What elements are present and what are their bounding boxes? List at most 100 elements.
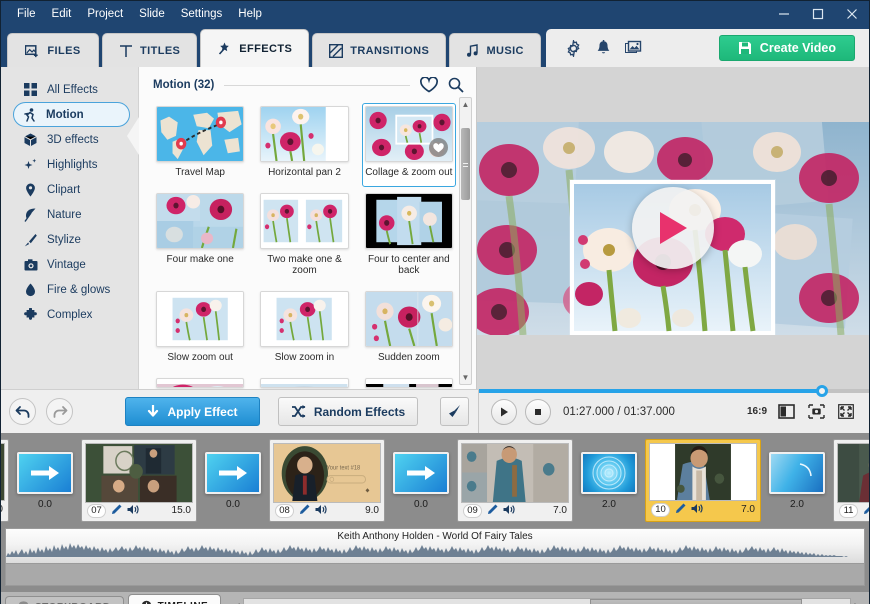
bell-icon[interactable] (594, 39, 612, 57)
sidebar-item-3d-effects[interactable]: 3D effects (15, 127, 128, 152)
timeline-track[interactable]: 0.0 0.0 (1, 433, 869, 528)
hscrollbar-thumb[interactable] (589, 599, 802, 604)
edit-pencil-icon[interactable] (111, 504, 122, 518)
timeline-clip-09[interactable]: 09 7.0 (457, 439, 573, 522)
fourblack-thumb-art (365, 194, 452, 248)
ripple-icon (592, 455, 626, 490)
maximize-icon[interactable] (801, 1, 835, 27)
effect-card-slow-zoom-in[interactable]: Slow zoom in (257, 288, 351, 372)
tab-titles[interactable]: TITLES (102, 33, 198, 67)
effects-vertical-scrollbar[interactable]: ▲ ▼ (459, 97, 472, 385)
favorite-heart-icon[interactable] (429, 138, 448, 157)
tab-label: TITLES (140, 44, 181, 57)
timeline-transition-5[interactable]: 2.0 (767, 439, 827, 522)
create-video-button[interactable]: Create Video (718, 35, 855, 61)
tab-storyboard[interactable]: STORYBOARD (5, 596, 124, 604)
search-icon[interactable] (448, 77, 464, 93)
sidebar-item-vintage[interactable]: Vintage (15, 252, 128, 277)
tab-transitions[interactable]: TRANSITIONS (312, 33, 447, 67)
sidebar-item-fire-glows[interactable]: Fire & glows (15, 277, 128, 302)
menu-item-settings[interactable]: Settings (173, 3, 231, 25)
effect-card-four-to-center-and-back[interactable]: Four to center and back (362, 190, 456, 285)
hscrollbar-track[interactable] (243, 598, 851, 604)
effect-card-four-make-one[interactable]: Four make one (153, 190, 247, 285)
music-track[interactable]: Keith Anthony Holden - World Of Fairy Ta… (5, 528, 865, 564)
timeline-clip-11[interactable]: 11 7.0 (833, 439, 869, 522)
edit-pencil-icon[interactable] (299, 504, 310, 518)
close-icon[interactable] (835, 1, 869, 27)
timeline-transition-4[interactable]: 2.0 (579, 439, 639, 522)
clip-duration: 0.0 (1, 504, 3, 515)
preview-stage[interactable] (477, 121, 869, 335)
apply-effect-button[interactable]: Apply Effect (125, 397, 260, 426)
snapshot-icon[interactable] (805, 402, 827, 422)
redo-button[interactable] (46, 398, 73, 425)
menu-item-edit[interactable]: Edit (44, 3, 80, 25)
volume-icon[interactable] (127, 504, 139, 518)
play-overlay-button[interactable] (632, 187, 714, 269)
main-content: All Effects Motion 3D effects Highlights (1, 67, 869, 389)
music-track-empty-area[interactable] (5, 564, 865, 586)
play-button[interactable] (491, 398, 517, 425)
volume-icon[interactable] (315, 504, 327, 518)
effect-card-collage-zoom-out[interactable]: Collage & zoom out (361, 103, 456, 187)
effect-card-partial-1[interactable] (153, 375, 247, 389)
sidebar-item-highlights[interactable]: Highlights (15, 152, 128, 177)
map-thumb-art (157, 107, 244, 161)
scroll-down-arrow-icon[interactable]: ▼ (460, 371, 471, 384)
effect-card-horizontal-pan-2[interactable]: Horizontal pan 2 (257, 103, 351, 187)
seek-bar[interactable] (479, 385, 869, 397)
tab-timeline[interactable]: TIMELINE (127, 594, 222, 604)
gear-icon[interactable] (564, 39, 582, 57)
timeline-clip-08[interactable]: Your text #18 08 9.0 (269, 439, 385, 522)
timeline-transition-1[interactable]: 0.0 (15, 439, 75, 522)
edit-pencil-icon[interactable] (863, 504, 869, 518)
scroll-right-arrow-icon[interactable]: ▶ (851, 601, 865, 604)
effect-card-partial-3[interactable] (362, 375, 456, 389)
scroll-left-arrow-icon[interactable]: ◀ (229, 601, 243, 604)
heart-icon[interactable] (420, 77, 438, 93)
sidebar-item-all-effects[interactable]: All Effects (15, 77, 128, 102)
tab-label: MUSIC (486, 44, 524, 57)
effect-card-sudden-zoom[interactable]: Sudden zoom (362, 288, 456, 372)
photos-icon[interactable] (624, 39, 642, 57)
menu-item-slide[interactable]: Slide (131, 3, 173, 25)
sidebar-item-complex[interactable]: Complex (15, 302, 128, 327)
effect-card-two-make-one-zoom[interactable]: Two make one & zoom (257, 190, 351, 285)
effect-card-partial-2[interactable] (257, 375, 351, 389)
menu-item-help[interactable]: Help (230, 3, 270, 25)
stop-button[interactable] (525, 398, 551, 425)
edit-pencil-icon[interactable] (487, 504, 498, 518)
sidebar-item-nature[interactable]: Nature (15, 202, 128, 227)
tab-effects[interactable]: EFFECTS (200, 29, 310, 67)
random-effects-button[interactable]: Random Effects (278, 397, 418, 426)
timeline-clip-partial-left[interactable]: 0.0 (1, 439, 9, 522)
menu-item-project[interactable]: Project (79, 3, 131, 25)
effects-panel-header: Motion (32) (139, 67, 476, 99)
sidebar-item-stylize[interactable]: Stylize (15, 227, 128, 252)
effect-card-travel-map[interactable]: Travel Map (153, 103, 247, 187)
edit-pencil-icon[interactable] (675, 503, 686, 517)
scroll-up-arrow-icon[interactable]: ▲ (460, 98, 471, 111)
expand-icon[interactable] (835, 402, 857, 422)
minimize-icon[interactable] (767, 1, 801, 27)
fullscreen-toggle-icon[interactable] (775, 402, 797, 422)
timeline-clip-10[interactable]: 10 7.0 (645, 439, 761, 522)
tab-music[interactable]: MUSIC (449, 33, 542, 67)
sidebar-item-clipart[interactable]: Clipart (15, 177, 128, 202)
menu-item-file[interactable]: File (9, 3, 44, 25)
sidebar-collapse-handle[interactable] (127, 117, 139, 155)
sidebar-item-motion[interactable]: Motion (13, 102, 130, 127)
clip-number: 10 (651, 502, 670, 517)
undo-button[interactable] (9, 398, 36, 425)
volume-icon[interactable] (691, 503, 703, 517)
timeline-transition-3[interactable]: 0.0 (391, 439, 451, 522)
timeline-clip-07[interactable]: 07 15.0 (81, 439, 197, 522)
clear-effects-button[interactable] (440, 397, 469, 426)
volume-icon[interactable] (503, 504, 515, 518)
seek-handle[interactable] (816, 385, 829, 397)
effect-card-slow-zoom-out[interactable]: Slow zoom out (153, 288, 247, 372)
timeline-transition-2[interactable]: 0.0 (203, 439, 263, 522)
tab-files[interactable]: FILES (7, 33, 99, 67)
timeline-horizontal-scrollbar[interactable]: ◀ ▶ (229, 595, 865, 604)
